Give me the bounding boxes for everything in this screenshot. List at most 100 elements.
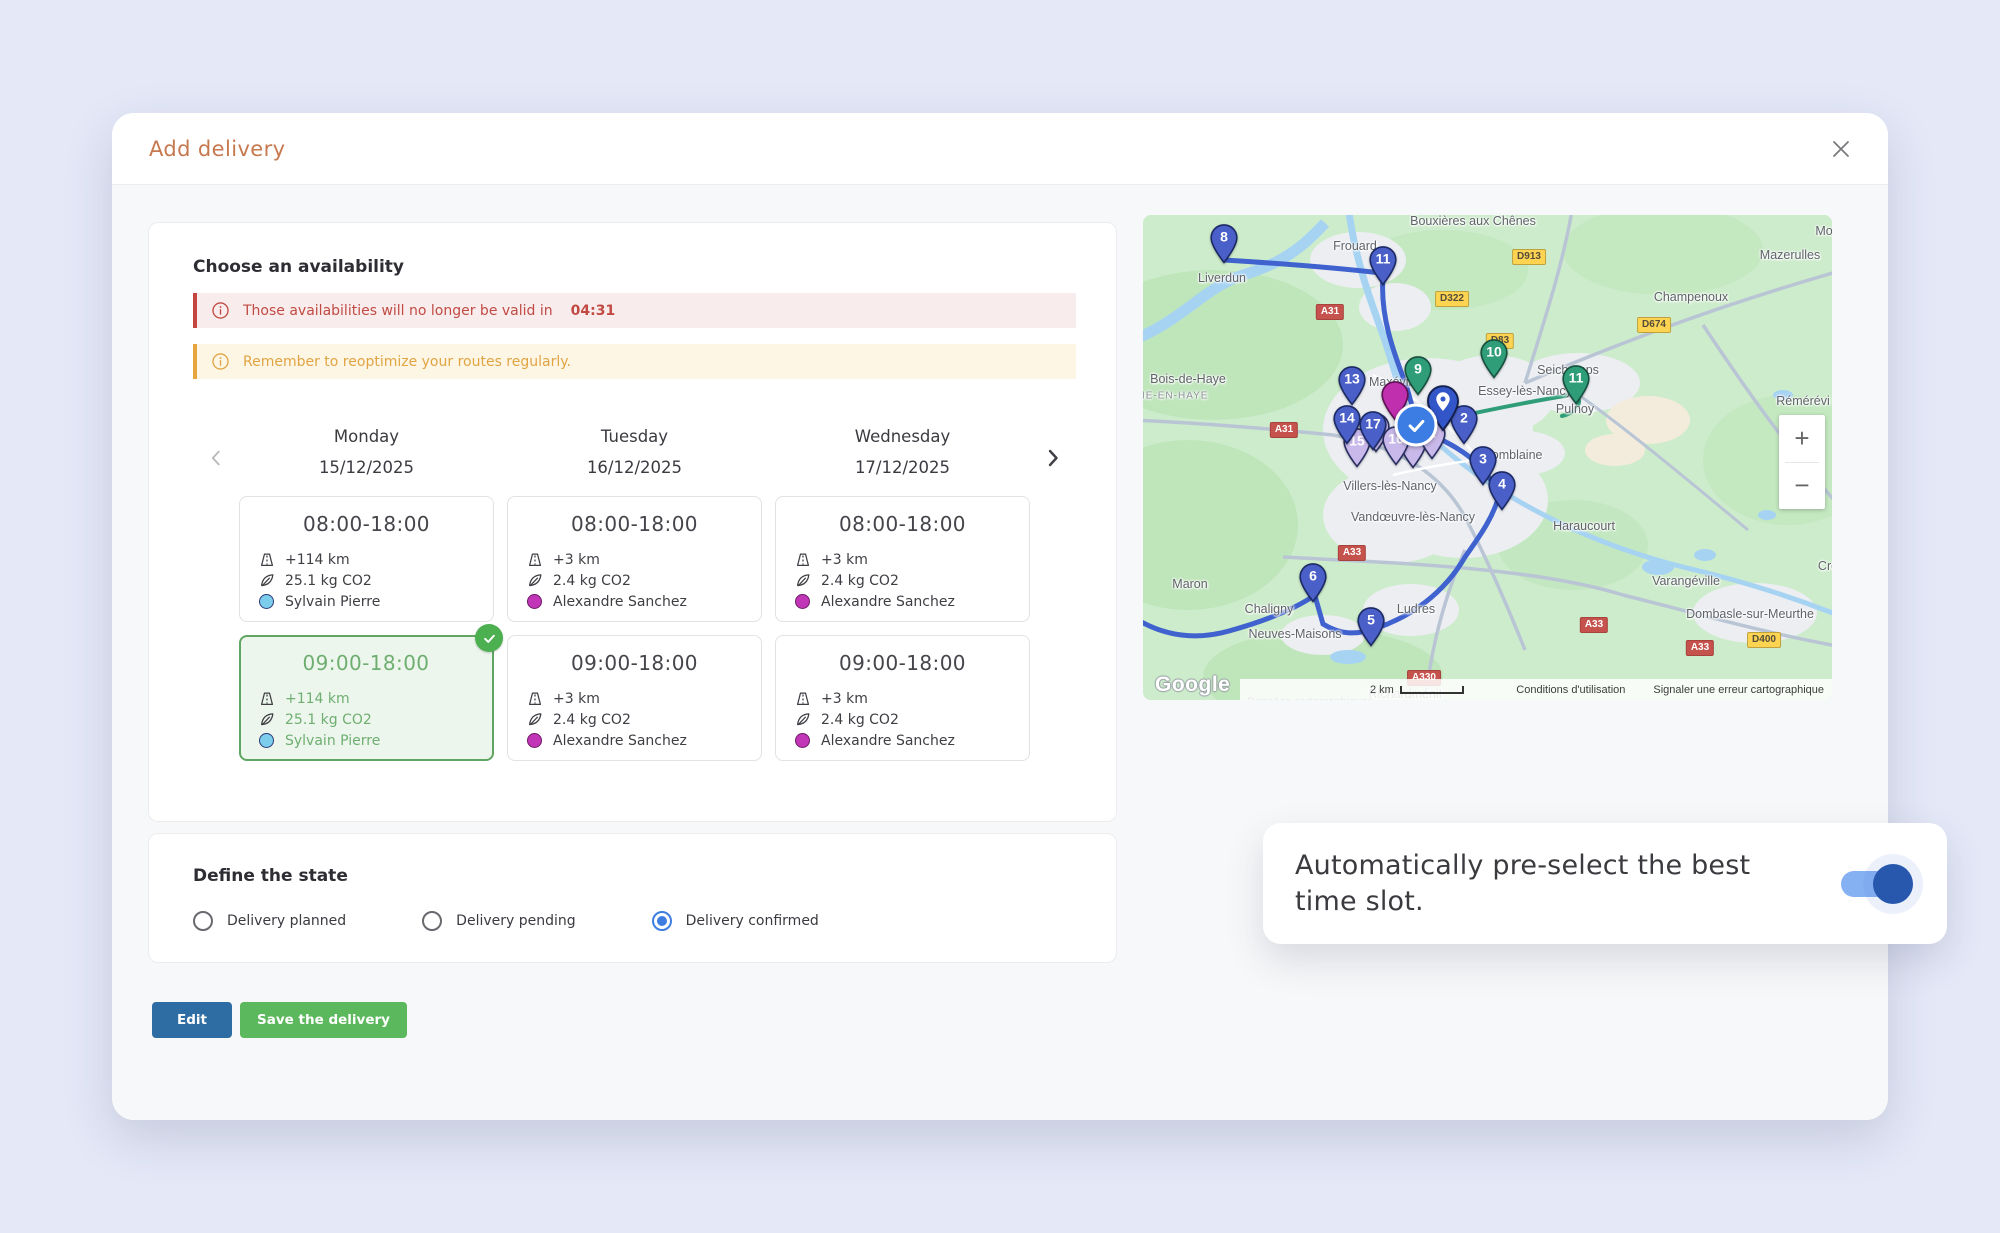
slot-co2: 2.4 kg CO2	[821, 712, 899, 728]
google-logo[interactable]: Google	[1155, 673, 1230, 697]
map-scale: 2 km	[1370, 684, 1464, 696]
slot-co2: 2.4 kg CO2	[553, 712, 631, 728]
slot-time: 09:00-18:00	[526, 651, 761, 675]
map-label: Bois-de-Haye	[1150, 372, 1226, 386]
slot-distance: +114 km	[285, 691, 350, 707]
map-label: Liverdun	[1198, 271, 1246, 285]
preselect-card: Automatically pre-select the best time s…	[1263, 823, 1947, 944]
close-icon[interactable]	[1822, 130, 1860, 168]
report-error-link[interactable]: Signaler une erreur cartographique	[1653, 684, 1824, 696]
road-badge: A31	[1316, 304, 1344, 320]
map-label: Mazerulles	[1760, 248, 1820, 262]
road-icon	[526, 690, 544, 708]
map-scale-bar	[1400, 686, 1464, 694]
driver-color-dot	[527, 594, 542, 609]
chevron-left-icon[interactable]	[193, 423, 239, 493]
days-grid: Monday 15/12/2025 08:00-18:00 +114 km	[239, 423, 1030, 761]
preselect-toggle[interactable]	[1841, 869, 1905, 899]
time-slot[interactable]: 09:00-18:00 +3 km 2.4 kg CO2	[775, 635, 1030, 761]
day-slots: 08:00-18:00 +3 km 2.4 kg CO2	[775, 496, 1030, 761]
radio-label: Delivery planned	[227, 913, 346, 929]
slot-distance-row: +3 km	[794, 688, 1029, 709]
edit-button[interactable]: Edit	[152, 1002, 232, 1038]
slot-distance: +3 km	[553, 691, 600, 707]
map-label: Dombasle-sur-Meurthe	[1686, 607, 1814, 621]
selected-check-icon	[475, 624, 503, 652]
zoom-out-button[interactable]: −	[1779, 463, 1825, 510]
road-badge: D674	[1637, 317, 1671, 333]
leaf-icon	[258, 572, 276, 590]
radio-delivery-confirmed[interactable]: Delivery confirmed	[652, 911, 819, 931]
expiry-alert-text: Those availabilities will no longer be v…	[243, 303, 553, 319]
driver-color-dot	[259, 733, 274, 748]
map-label: NE-EN-HAYE	[1143, 391, 1208, 402]
slot-distance: +3 km	[553, 552, 600, 568]
selected-stop-check-icon[interactable]	[1395, 404, 1438, 447]
map-pin-green[interactable]: 10	[1479, 338, 1510, 379]
zoom-in-button[interactable]: +	[1779, 415, 1825, 462]
map-label: Villers-lès-Nancy	[1343, 479, 1437, 493]
slot-driver-row: Alexandre Sanchez	[526, 730, 761, 751]
preselect-text: Automatically pre-select the best time s…	[1295, 848, 1815, 919]
radio-delivery-pending[interactable]: Delivery pending	[422, 911, 575, 931]
map-label: Haraucourt	[1553, 519, 1615, 533]
terms-link[interactable]: Conditions d'utilisation	[1516, 684, 1625, 696]
time-slot[interactable]: 08:00-18:00 +3 km 2.4 kg CO2	[775, 496, 1030, 622]
slot-driver-row: Alexandre Sanchez	[794, 730, 1029, 751]
day-header: Wednesday 17/12/2025	[775, 423, 1030, 493]
road-badge: A33	[1338, 545, 1366, 561]
map-pin-blue[interactable]: 4	[1487, 470, 1518, 511]
time-slot[interactable]: 08:00-18:00 +3 km 2.4 kg CO2	[507, 496, 762, 622]
map-pin-blue[interactable]: 8	[1209, 223, 1240, 264]
leaf-icon	[526, 572, 544, 590]
save-delivery-button[interactable]: Save the delivery	[240, 1002, 407, 1038]
slot-distance-row: +3 km	[526, 688, 761, 709]
time-slot[interactable]: 09:00-18:00 +3 km 2.4 kg CO2	[507, 635, 762, 761]
driver-color-dot	[795, 733, 810, 748]
slot-co2: 2.4 kg CO2	[821, 573, 899, 589]
time-slot-selected[interactable]: 09:00-18:00 +114 km 25.1 kg CO2	[239, 635, 494, 761]
radio-delivery-planned[interactable]: Delivery planned	[193, 911, 346, 931]
expiry-countdown: 04:31	[571, 303, 616, 319]
slot-distance-row: +3 km	[526, 549, 761, 570]
map[interactable]: Bouxières aux Chênes Mo Mazerulles Froua…	[1143, 215, 1832, 700]
road-icon	[258, 551, 276, 569]
map-pin-blue[interactable]: 5	[1356, 606, 1387, 647]
map-scale-label: 2 km	[1370, 684, 1394, 696]
availability-heading: Choose an availability	[193, 257, 1076, 277]
toggle-knob[interactable]	[1873, 864, 1913, 904]
map-pin-blue[interactable]: 11	[1368, 245, 1399, 286]
map-pin-blue[interactable]: 13	[1337, 365, 1368, 406]
map-label: Ludres	[1397, 602, 1435, 616]
radio-circle-icon	[652, 911, 672, 931]
map-label: Bouxières aux Chênes	[1410, 215, 1536, 228]
day-name: Wednesday	[775, 427, 1030, 446]
slot-driver-row: Sylvain Pierre	[258, 591, 493, 612]
slot-driver-row: Alexandre Sanchez	[526, 591, 761, 612]
action-buttons: Edit Save the delivery	[152, 1002, 407, 1038]
map-pin-blue[interactable]: 6	[1298, 562, 1329, 603]
map-label: Maron	[1172, 577, 1207, 591]
map-pin-green[interactable]: 11	[1561, 364, 1592, 405]
driver-color-dot	[527, 733, 542, 748]
slot-co2: 2.4 kg CO2	[553, 573, 631, 589]
page: Add delivery Choose an availability Thos…	[0, 0, 2000, 1233]
expiry-alert: Those availabilities will no longer be v…	[193, 293, 1076, 328]
map-label: Cré	[1818, 559, 1832, 573]
road-badge: A33	[1686, 640, 1714, 656]
day-date: 16/12/2025	[507, 458, 762, 477]
reoptimize-alert: Remember to reoptimize your routes regul…	[193, 344, 1076, 379]
slot-driver-row: Sylvain Pierre	[258, 730, 492, 751]
day-date: 15/12/2025	[239, 458, 494, 477]
slot-time: 09:00-18:00	[794, 651, 1029, 675]
map-label: Mo	[1815, 224, 1832, 238]
map-pin-blue[interactable]: 17	[1358, 410, 1389, 451]
map-zoom-control: + −	[1779, 415, 1825, 509]
slot-driver: Alexandre Sanchez	[821, 594, 955, 610]
day-column-tuesday: Tuesday 16/12/2025 08:00-18:00 +3 km	[507, 423, 762, 761]
road-badge: D322	[1435, 291, 1469, 307]
leaf-icon	[794, 711, 812, 729]
slot-time: 08:00-18:00	[526, 512, 761, 536]
chevron-right-icon[interactable]	[1030, 423, 1076, 493]
time-slot[interactable]: 08:00-18:00 +114 km 25.1 kg CO2	[239, 496, 494, 622]
